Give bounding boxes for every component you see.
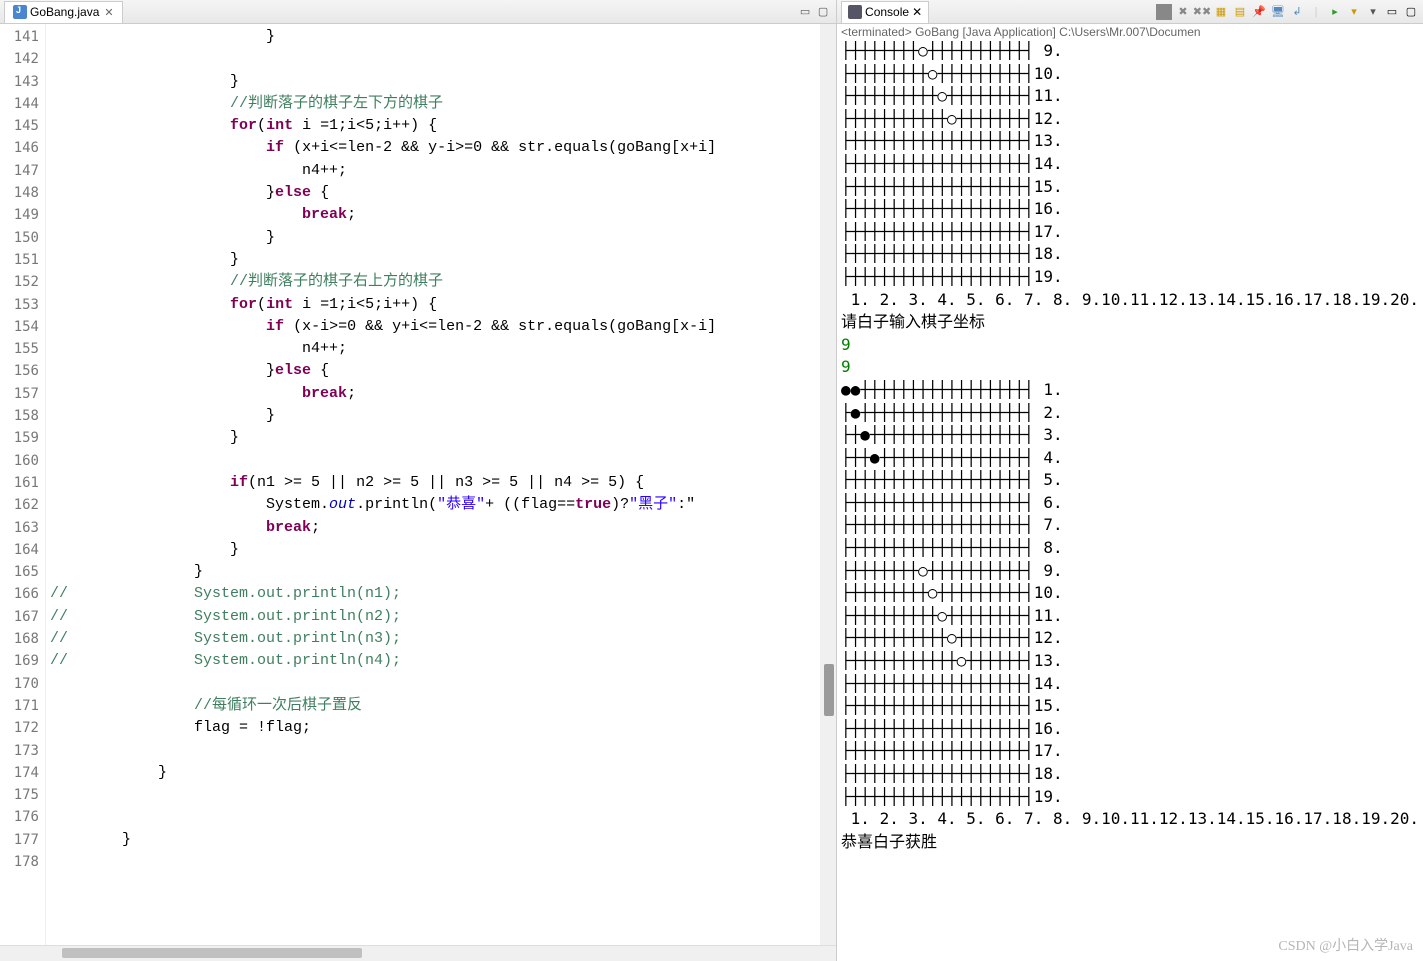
editor-pane: GoBang.java ✕ ▭ ▢ 141 142 143 144 145 14…: [0, 0, 837, 961]
watermark: CSDN @小白入学Java: [1278, 935, 1413, 955]
java-file-icon: [13, 5, 27, 19]
maximize-icon[interactable]: ▢: [816, 5, 830, 19]
open-console-icon[interactable]: ▸: [1327, 4, 1343, 20]
remove-all-icon[interactable]: ✖✖: [1194, 4, 1210, 20]
vertical-scrollbar[interactable]: [820, 24, 836, 945]
console-icon: [848, 5, 862, 19]
console-pane: Console ✕ ✖ ✖✖ ▦ ▤ 📌 🖥 ↲ | ▸ ▾ ▾ ▭ ▢ <te…: [837, 0, 1423, 961]
minimize-icon[interactable]: ▭: [798, 5, 812, 19]
console-output[interactable]: ├┼┼┼┼┼┼┼○┼┼┼┼┼┼┼┼┼┼┤ 9. ├┼┼┼┼┼┼┼┼○┼┼┼┼┼┼…: [837, 40, 1423, 961]
save-icon[interactable]: ▾: [1346, 4, 1362, 20]
max-icon[interactable]: ▢: [1403, 4, 1419, 20]
editor-tabbar: GoBang.java ✕ ▭ ▢: [0, 0, 836, 24]
line-gutter: 141 142 143 144 145 146 147 148 149 150 …: [0, 24, 46, 945]
menu-icon[interactable]: ▾: [1365, 4, 1381, 20]
console-tabbar: Console ✕ ✖ ✖✖ ▦ ▤ 📌 🖥 ↲ | ▸ ▾ ▾ ▭ ▢: [837, 0, 1423, 24]
close-icon[interactable]: ✕: [104, 6, 113, 19]
remove-terminated-icon[interactable]: ✖: [1175, 4, 1191, 20]
console-tab[interactable]: Console ✕: [841, 1, 929, 23]
horizontal-scrollbar[interactable]: [0, 945, 836, 961]
editor-tab-label: GoBang.java: [30, 5, 99, 19]
editor-tab-gobang[interactable]: GoBang.java ✕: [4, 1, 123, 23]
clear-icon[interactable]: ▦: [1213, 4, 1229, 20]
console-toolbar: ✖ ✖✖ ▦ ▤ 📌 🖥 ↲ | ▸ ▾ ▾ ▭ ▢: [1156, 4, 1419, 20]
console-status: <terminated> GoBang [Java Application] C…: [837, 24, 1423, 40]
display-icon[interactable]: 🖥: [1270, 4, 1286, 20]
terminate-icon[interactable]: [1156, 4, 1172, 20]
close-icon[interactable]: ✕: [912, 5, 922, 19]
min-icon[interactable]: ▭: [1384, 4, 1400, 20]
code-area[interactable]: 141 142 143 144 145 146 147 148 149 150 …: [0, 24, 836, 945]
wrap-icon[interactable]: ↲: [1289, 4, 1305, 20]
console-tab-label: Console: [865, 5, 909, 19]
pin-icon[interactable]: 📌: [1251, 4, 1267, 20]
code-body[interactable]: } } //判断落子的棋子左下方的棋子 for(int i =1;i<5;i++…: [46, 24, 836, 945]
scroll-lock-icon[interactable]: ▤: [1232, 4, 1248, 20]
